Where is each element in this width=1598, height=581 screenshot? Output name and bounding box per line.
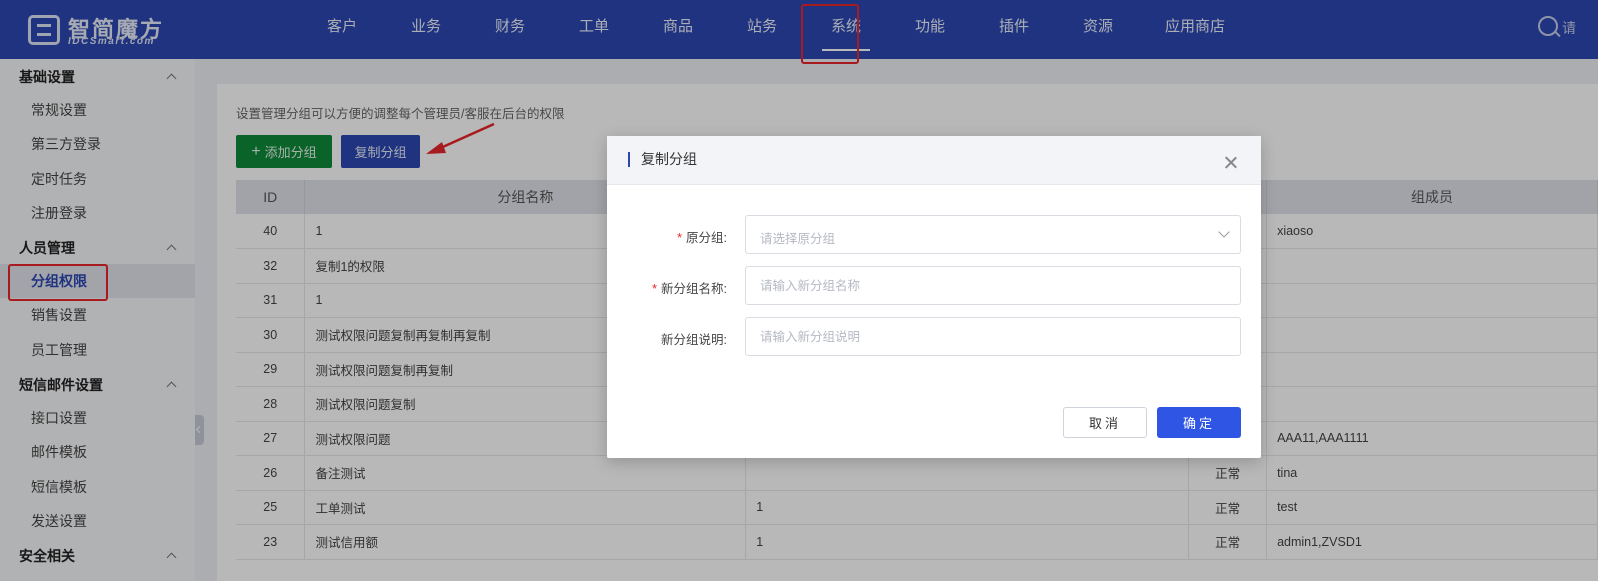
new-group-name-input[interactable]: [745, 266, 1241, 305]
new-group-desc-label: 新分组说明:: [661, 333, 727, 347]
chevron-down-icon: [1218, 226, 1230, 238]
dialog-title: 复制分组: [628, 152, 697, 167]
dialog-header: 复制分组: [607, 136, 1261, 185]
source-group-label: * 原分组:: [677, 231, 727, 245]
form-row-source-group: * 原分组: 请选择原分组: [607, 215, 1261, 255]
confirm-button[interactable]: 确定: [1157, 407, 1241, 438]
new-group-desc-input[interactable]: [745, 317, 1241, 356]
form-row-new-group-name: * 新分组名称:: [607, 266, 1261, 306]
close-icon[interactable]: [1224, 156, 1238, 170]
copy-group-dialog: 复制分组 *原分组: 请选择原分组 *新分组名称: 新分组说明: 取消 确定: [607, 136, 1261, 458]
source-group-select[interactable]: 请选择原分组: [745, 215, 1241, 254]
form-row-new-group-desc: 新分组说明:: [607, 317, 1261, 357]
cancel-button[interactable]: 取消: [1063, 407, 1147, 438]
new-group-name-label: * 新分组名称:: [652, 282, 727, 296]
source-group-placeholder: 请选择原分组: [760, 232, 836, 246]
